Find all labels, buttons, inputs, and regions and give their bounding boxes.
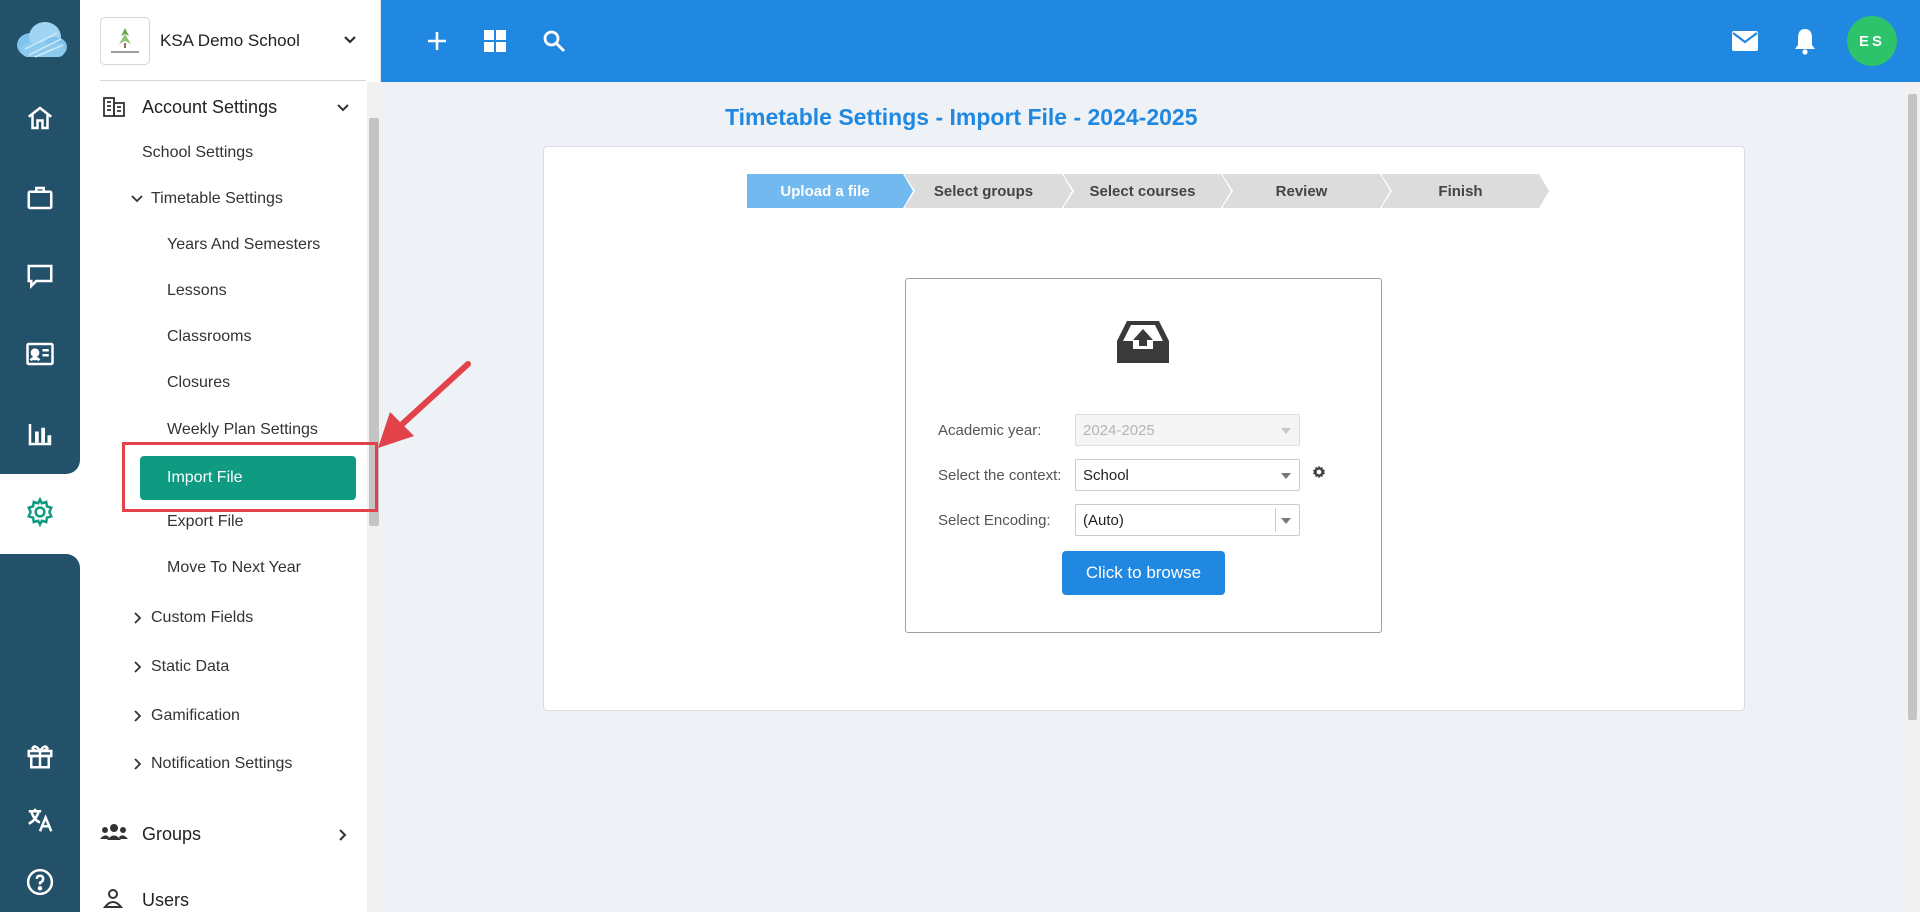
sidebar-item-account-settings[interactable]: Account Settings	[142, 97, 277, 118]
browse-button[interactable]: Click to browse	[1062, 551, 1225, 595]
sidebar-item-notification-settings[interactable]: Notification Settings	[151, 755, 292, 773]
building-icon	[102, 96, 126, 123]
home-icon[interactable]	[0, 90, 80, 146]
upload-card: Academic year: 2024-2025 Select the cont…	[905, 278, 1382, 633]
sidebar-item-gamification[interactable]: Gamification	[151, 707, 240, 725]
sidebar-item-lessons[interactable]: Lessons	[167, 282, 227, 300]
step-finish[interactable]: Finish	[1382, 174, 1551, 208]
chevron-right-icon[interactable]	[335, 827, 351, 848]
academic-year-select: 2024-2025	[1075, 414, 1300, 446]
sidebar-item-closures[interactable]: Closures	[167, 374, 230, 392]
chevron-down-icon[interactable]	[342, 32, 358, 53]
icon-rail	[0, 0, 80, 912]
user-icon	[102, 887, 124, 912]
sidebar-divider	[100, 80, 366, 81]
sidebar-item-school-settings[interactable]: School Settings	[142, 144, 253, 162]
main-scroll-thumb[interactable]	[1908, 94, 1917, 720]
academic-year-value: 2024-2025	[1083, 422, 1155, 439]
sidebar-item-custom-fields[interactable]: Custom Fields	[151, 609, 253, 627]
bar-chart-icon[interactable]	[0, 406, 80, 462]
chevron-right-icon[interactable]	[131, 611, 145, 630]
step-upload-a-file[interactable]: Upload a file	[747, 174, 915, 208]
encoding-value: (Auto)	[1083, 512, 1124, 529]
page-title: Timetable Settings - Import File - 2024-…	[725, 104, 1198, 130]
context-label: Select the context:	[938, 467, 1062, 484]
sidebar-item-timetable-settings[interactable]: Timetable Settings	[151, 190, 283, 208]
step-label: Upload a file	[780, 182, 870, 200]
annotation-arrow-icon	[378, 361, 471, 448]
sidebar-item-static-data[interactable]: Static Data	[151, 658, 229, 676]
chevron-right-icon[interactable]	[131, 660, 145, 679]
academic-year-label: Academic year:	[938, 422, 1042, 439]
inbox-upload-icon	[1115, 317, 1171, 372]
sidebar-item-move-to-next-year[interactable]: Move To Next Year	[167, 559, 301, 577]
step-label: Select groups	[933, 182, 1034, 200]
sidebar-item-groups[interactable]: Groups	[142, 824, 201, 845]
id-card-icon[interactable]	[0, 326, 80, 382]
step-select-groups[interactable]: Select groups	[905, 174, 1074, 208]
step-review[interactable]: Review	[1223, 174, 1392, 208]
encoding-select[interactable]: (Auto)	[1075, 504, 1300, 536]
mail-icon[interactable]	[1728, 24, 1762, 58]
sidebar-item-users[interactable]: Users	[142, 890, 189, 911]
step-label: Select courses	[1089, 182, 1196, 200]
context-settings-gear-icon[interactable]	[1312, 465, 1326, 484]
sidebar-item-classrooms[interactable]: Classrooms	[167, 328, 251, 346]
bell-icon[interactable]	[1788, 24, 1822, 58]
step-select-courses[interactable]: Select courses	[1064, 174, 1233, 208]
top-bar	[381, 0, 1920, 82]
cloud-logo-icon[interactable]	[0, 0, 80, 82]
chevron-right-icon[interactable]	[131, 757, 145, 776]
gift-icon[interactable]	[0, 728, 80, 784]
encoding-label: Select Encoding:	[938, 512, 1051, 529]
chevron-down-icon[interactable]	[130, 192, 144, 211]
context-value: School	[1083, 467, 1129, 484]
groups-icon	[100, 822, 128, 847]
school-selector[interactable]: KSA Demo School	[100, 17, 380, 65]
translate-icon[interactable]	[0, 792, 80, 848]
sidebar-item-export-file[interactable]: Export File	[167, 513, 243, 531]
gear-icon[interactable]	[0, 484, 80, 540]
chevron-right-icon[interactable]	[131, 709, 145, 728]
chevron-down-icon[interactable]	[335, 100, 351, 121]
plus-icon[interactable]	[420, 24, 454, 58]
chat-icon[interactable]	[0, 248, 80, 304]
avatar[interactable]: ES	[1847, 16, 1897, 66]
context-select[interactable]: School	[1075, 459, 1300, 491]
step-label: Finish	[1438, 182, 1483, 200]
sidebar-item-years-and-semesters[interactable]: Years And Semesters	[167, 236, 320, 254]
wizard-steps: Upload a file Select groups Select cours…	[747, 174, 1551, 208]
school-logo	[100, 17, 150, 65]
highlight-box	[122, 442, 378, 512]
sidebar-item-weekly-plan-settings[interactable]: Weekly Plan Settings	[167, 421, 318, 439]
briefcase-icon[interactable]	[0, 170, 80, 226]
step-label: Review	[1275, 182, 1328, 200]
search-icon[interactable]	[537, 24, 571, 58]
grid-icon[interactable]	[478, 24, 512, 58]
help-icon[interactable]	[0, 854, 80, 910]
school-name: KSA Demo School	[160, 31, 300, 50]
